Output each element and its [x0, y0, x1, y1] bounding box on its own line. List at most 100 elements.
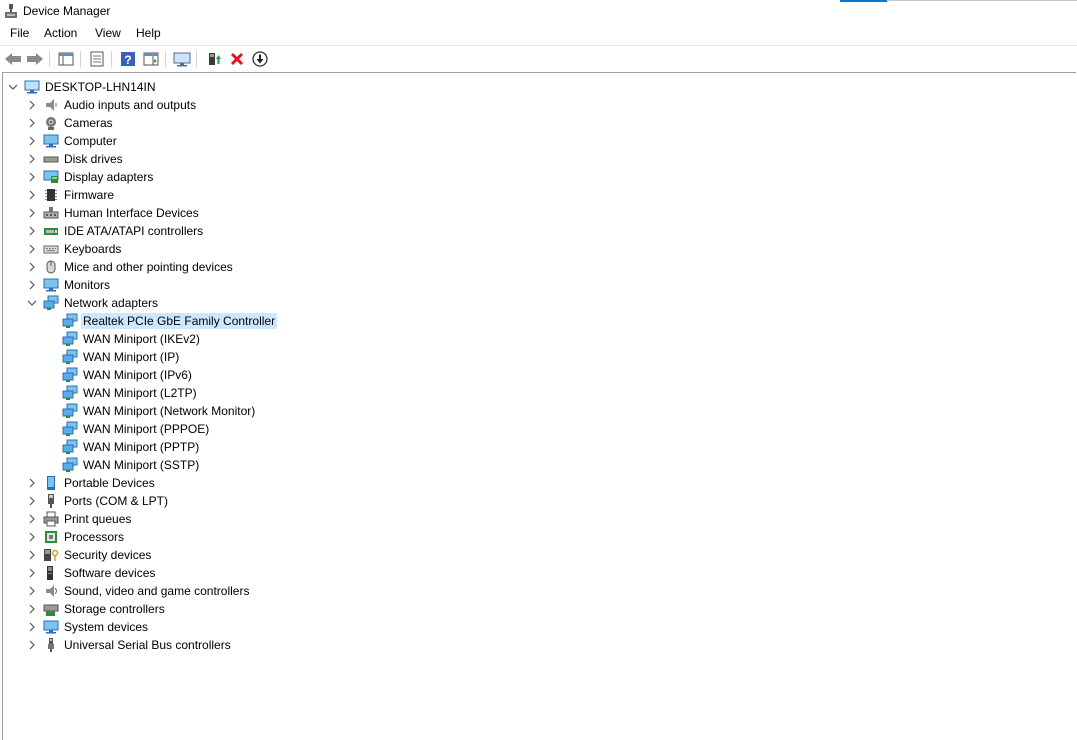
chevron-right-icon[interactable] [27, 226, 37, 236]
menu-help[interactable]: Help [134, 26, 163, 40]
tree-category-universal-serial-bus-controllers[interactable]: Universal Serial Bus controllers [3, 636, 1073, 654]
tree-category-label[interactable]: Processors [62, 529, 126, 545]
tree-category-label[interactable]: Disk drives [62, 151, 125, 167]
enable-device-button[interactable] [204, 49, 224, 69]
tree-device-item[interactable]: WAN Miniport (PPTP) [3, 438, 1073, 456]
tree-category-cameras[interactable]: Cameras [3, 114, 1073, 132]
tree-category-label[interactable]: Firmware [62, 187, 116, 203]
tree-category-portable-devices[interactable]: Portable Devices [3, 474, 1073, 492]
chevron-right-icon[interactable] [27, 136, 37, 146]
tree-category-label[interactable]: Display adapters [62, 169, 155, 185]
tree-category-label[interactable]: Sound, video and game controllers [62, 583, 251, 599]
menu-action[interactable]: Action [42, 26, 79, 40]
tree-category-disk-drives[interactable]: Disk drives [3, 150, 1073, 168]
tree-category-label[interactable]: Storage controllers [62, 601, 167, 617]
tree-category-network-adapters[interactable]: Network adapters [3, 294, 1073, 312]
tree-device-label[interactable]: WAN Miniport (IPv6) [81, 367, 194, 383]
tree-category-firmware[interactable]: Firmware [3, 186, 1073, 204]
scan-hardware-button[interactable] [172, 49, 192, 69]
chevron-right-icon[interactable] [27, 514, 37, 524]
tree-device-label[interactable]: WAN Miniport (L2TP) [81, 385, 199, 401]
uninstall-device-button[interactable] [227, 49, 247, 69]
chevron-right-icon[interactable] [27, 280, 37, 290]
tree-category-software-devices[interactable]: Software devices [3, 564, 1073, 582]
properties-button[interactable] [87, 49, 107, 69]
chevron-right-icon[interactable] [27, 586, 37, 596]
chevron-down-icon[interactable] [8, 82, 18, 92]
tree-category-label[interactable]: Keyboards [62, 241, 123, 257]
tree-device-item[interactable]: WAN Miniport (IPv6) [3, 366, 1073, 384]
tree-category-audio-inputs-and-outputs[interactable]: Audio inputs and outputs [3, 96, 1073, 114]
tree-device-label[interactable]: WAN Miniport (IP) [81, 349, 181, 365]
chevron-right-icon[interactable] [27, 550, 37, 560]
tree-category-computer[interactable]: Computer [3, 132, 1073, 150]
chevron-right-icon[interactable] [27, 604, 37, 614]
action-pane-button[interactable] [141, 49, 161, 69]
tree-category-print-queues[interactable]: Print queues [3, 510, 1073, 528]
tree-device-item[interactable]: WAN Miniport (Network Monitor) [3, 402, 1073, 420]
back-button[interactable] [3, 49, 23, 69]
tree-category-label[interactable]: Print queues [62, 511, 133, 527]
tree-device-label[interactable]: WAN Miniport (PPTP) [81, 439, 201, 455]
tree-device-label[interactable]: WAN Miniport (SSTP) [81, 457, 201, 473]
forward-button[interactable] [25, 49, 45, 69]
tree-category-label[interactable]: Audio inputs and outputs [62, 97, 198, 113]
tree-category-label[interactable]: IDE ATA/ATAPI controllers [62, 223, 205, 239]
tree-device-item[interactable]: WAN Miniport (SSTP) [3, 456, 1073, 474]
tree-category-display-adapters[interactable]: Display adapters [3, 168, 1073, 186]
chevron-right-icon[interactable] [27, 532, 37, 542]
chevron-right-icon[interactable] [27, 244, 37, 254]
menu-view[interactable]: View [93, 26, 123, 40]
tree-category-label[interactable]: Network adapters [62, 295, 160, 311]
tree-category-label[interactable]: Cameras [62, 115, 115, 131]
tree-category-mice-and-other-pointing-devices[interactable]: Mice and other pointing devices [3, 258, 1073, 276]
tree-category-sound-video-and-game-controllers[interactable]: Sound, video and game controllers [3, 582, 1073, 600]
chevron-right-icon[interactable] [27, 172, 37, 182]
tree-category-label[interactable]: Monitors [62, 277, 112, 293]
tree-root[interactable]: DESKTOP-LHN14IN [3, 78, 1073, 96]
chevron-right-icon[interactable] [27, 622, 37, 632]
tree-category-system-devices[interactable]: System devices [3, 618, 1073, 636]
tree-device-label[interactable]: WAN Miniport (PPPOE) [81, 421, 211, 437]
tree-category-label[interactable]: Human Interface Devices [62, 205, 201, 221]
tree-device-item[interactable]: WAN Miniport (L2TP) [3, 384, 1073, 402]
tree-device-item[interactable]: WAN Miniport (IP) [3, 348, 1073, 366]
update-driver-button[interactable] [250, 49, 270, 69]
tree-category-label[interactable]: Software devices [62, 565, 157, 581]
tree-device-item[interactable]: WAN Miniport (PPPOE) [3, 420, 1073, 438]
tree-category-ide-ata-atapi-controllers[interactable]: IDE ATA/ATAPI controllers [3, 222, 1073, 240]
chevron-right-icon[interactable] [27, 640, 37, 650]
chevron-right-icon[interactable] [27, 154, 37, 164]
tree-category-label[interactable]: Universal Serial Bus controllers [62, 637, 233, 653]
show-hide-console-tree-button[interactable] [56, 49, 76, 69]
menu-file[interactable]: File [8, 26, 31, 40]
chevron-right-icon[interactable] [27, 568, 37, 578]
tree-category-label[interactable]: Computer [62, 133, 119, 149]
tree-category-keyboards[interactable]: Keyboards [3, 240, 1073, 258]
tree-category-label[interactable]: Ports (COM & LPT) [62, 493, 170, 509]
chevron-right-icon[interactable] [27, 496, 37, 506]
tree-category-monitors[interactable]: Monitors [3, 276, 1073, 294]
tree-device-item[interactable]: Realtek PCIe GbE Family Controller [3, 312, 1073, 330]
tree-category-ports-com-lpt[interactable]: Ports (COM & LPT) [3, 492, 1073, 510]
device-tree[interactable]: DESKTOP-LHN14IN Audio inputs and outputs C… [2, 72, 1076, 740]
chevron-right-icon[interactable] [27, 478, 37, 488]
tree-category-storage-controllers[interactable]: Storage controllers [3, 600, 1073, 618]
tree-category-human-interface-devices[interactable]: Human Interface Devices [3, 204, 1073, 222]
tree-category-label[interactable]: Portable Devices [62, 475, 157, 491]
help-button[interactable]: ? [118, 49, 138, 69]
chevron-right-icon[interactable] [27, 262, 37, 272]
chevron-right-icon[interactable] [27, 118, 37, 128]
tree-category-label[interactable]: Security devices [62, 547, 153, 563]
tree-device-label[interactable]: Realtek PCIe GbE Family Controller [81, 313, 278, 329]
tree-category-processors[interactable]: Processors [3, 528, 1073, 546]
tree-device-item[interactable]: WAN Miniport (IKEv2) [3, 330, 1073, 348]
tree-device-label[interactable]: WAN Miniport (IKEv2) [81, 331, 202, 347]
chevron-right-icon[interactable] [27, 208, 37, 218]
tree-root-label[interactable]: DESKTOP-LHN14IN [43, 79, 157, 95]
tree-category-label[interactable]: System devices [62, 619, 150, 635]
chevron-right-icon[interactable] [27, 190, 37, 200]
tree-category-label[interactable]: Mice and other pointing devices [62, 259, 235, 275]
tree-category-security-devices[interactable]: Security devices [3, 546, 1073, 564]
chevron-right-icon[interactable] [27, 100, 37, 110]
